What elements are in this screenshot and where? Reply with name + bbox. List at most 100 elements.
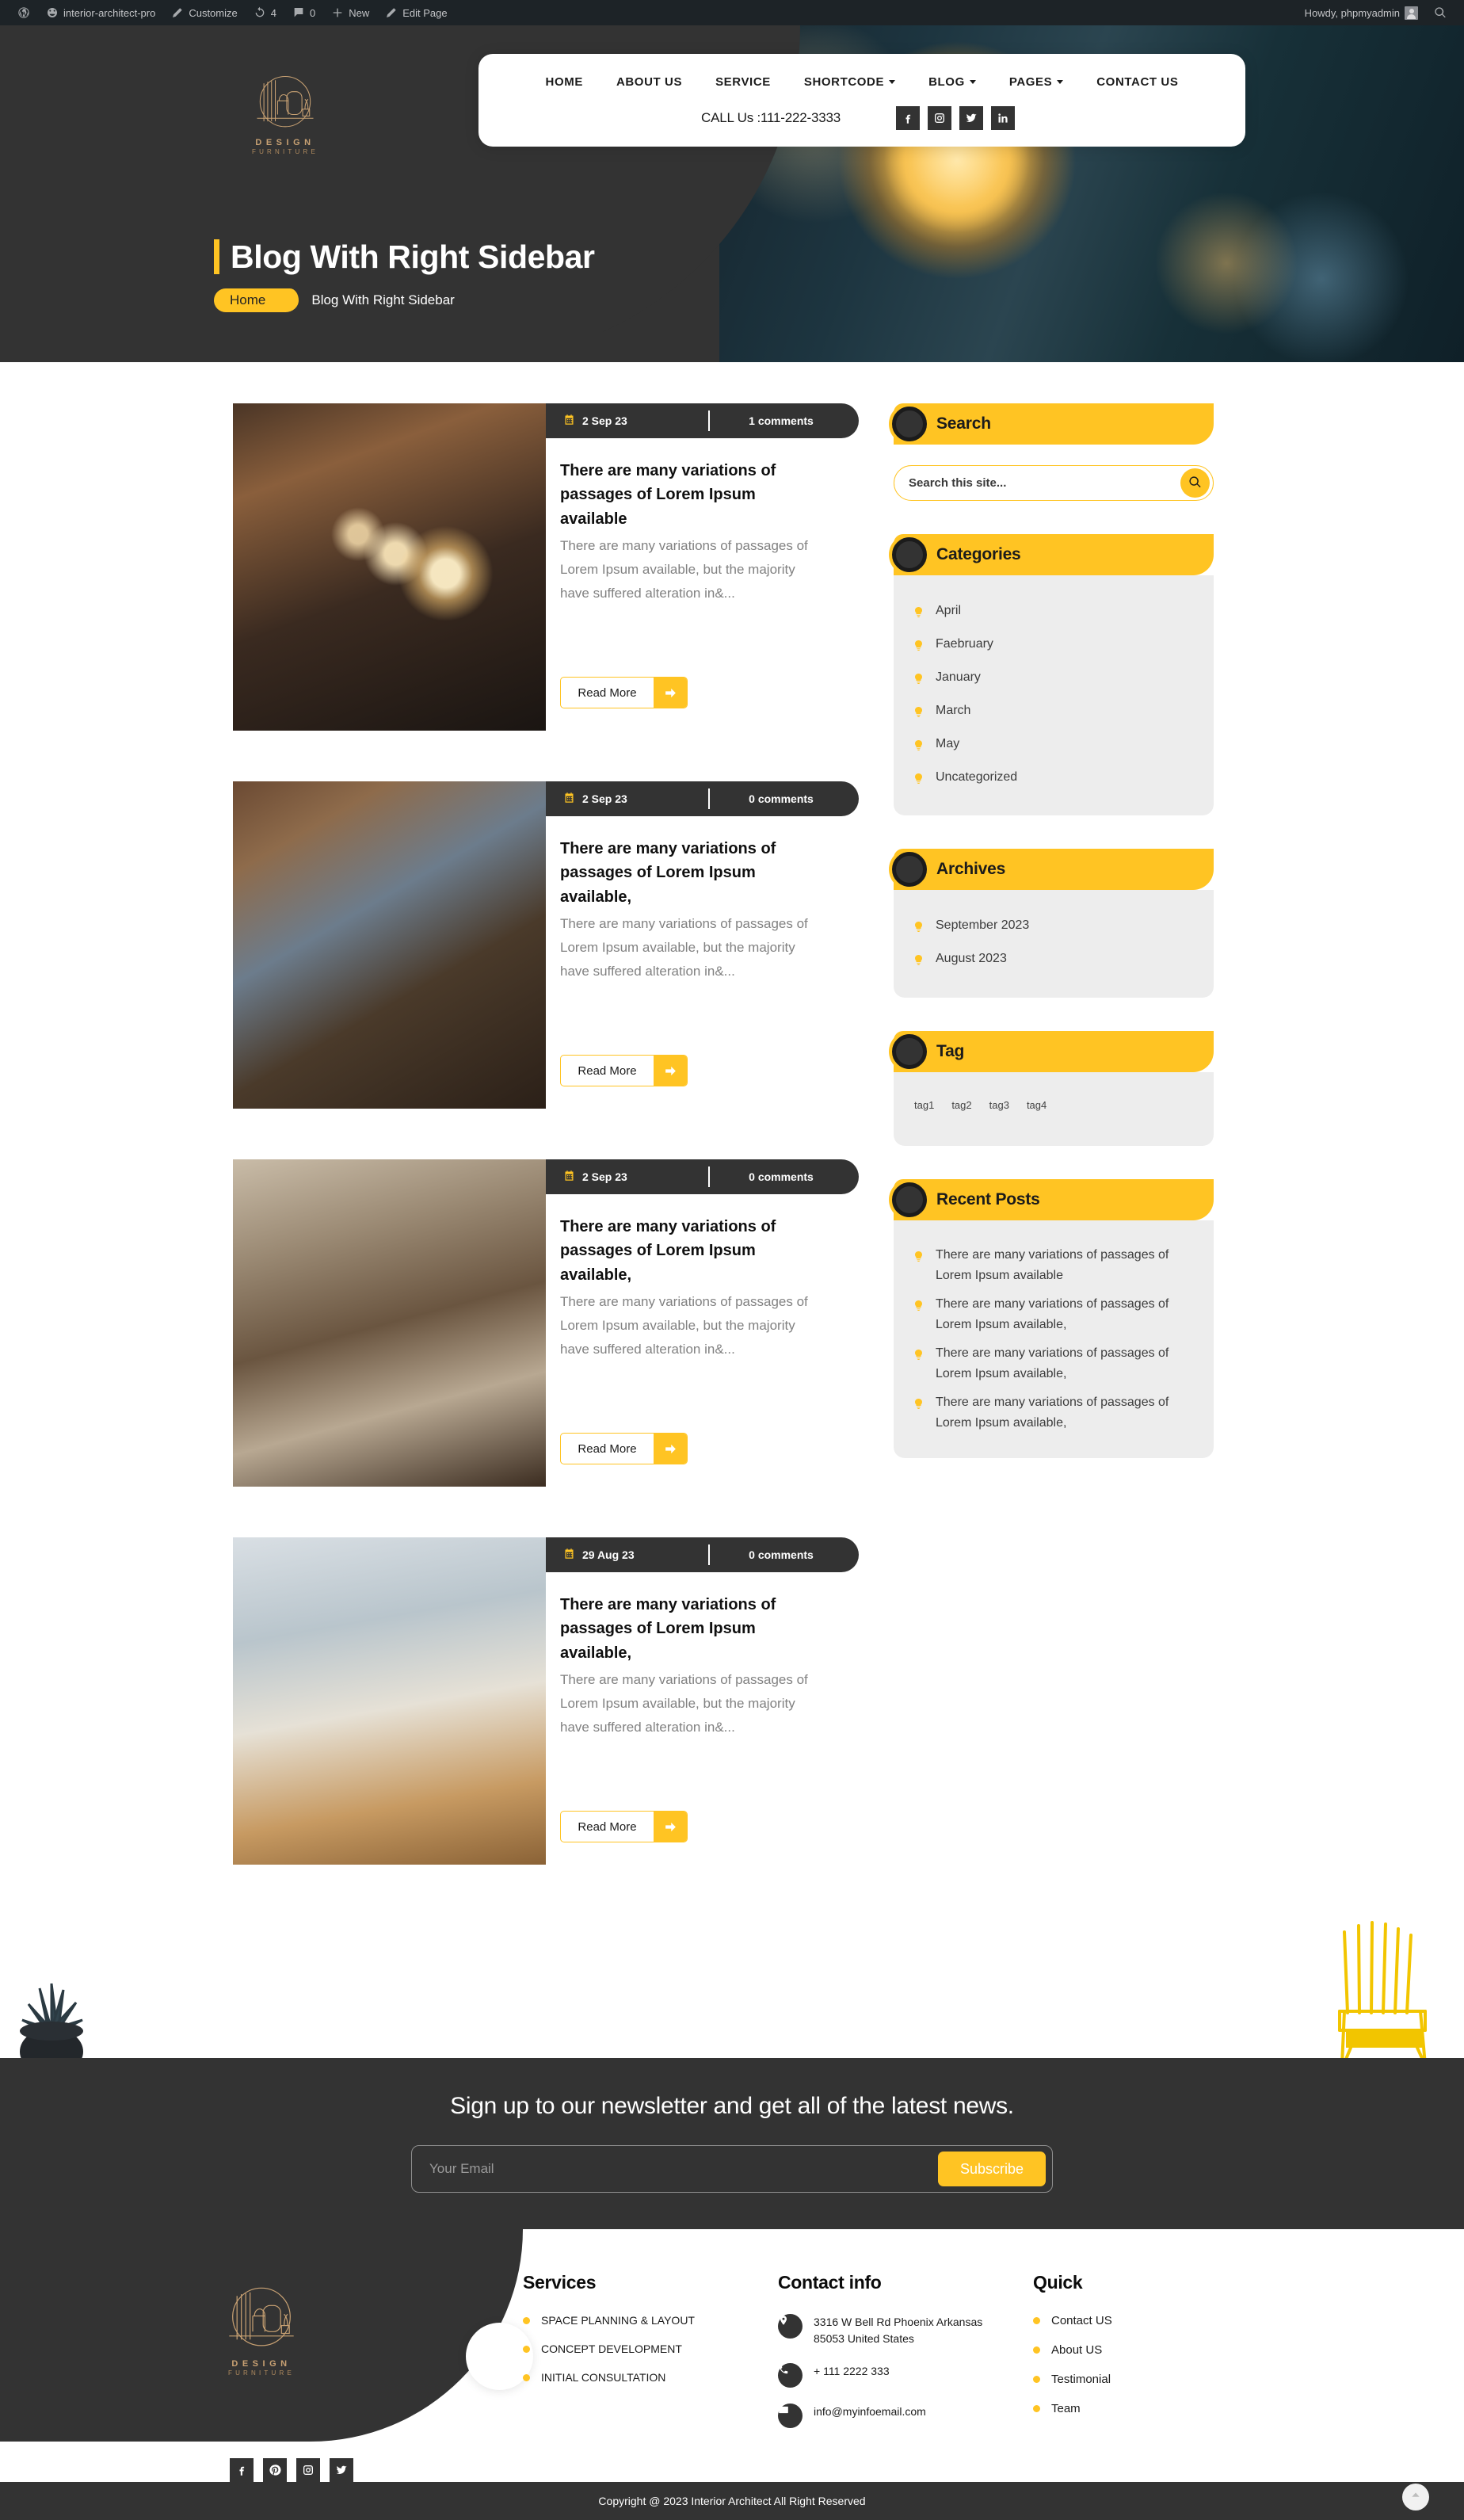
newsletter-email-input[interactable]	[429, 2161, 938, 2177]
post-title[interactable]: There are many variations of passages of…	[560, 459, 822, 531]
admin-bar-comments-count: 0	[309, 6, 316, 19]
tag-item[interactable]: tag2	[951, 1099, 971, 1111]
tag-item[interactable]: tag3	[989, 1099, 1009, 1111]
read-more-label: Read More	[578, 1819, 637, 1834]
admin-bar-wp-logo[interactable]	[10, 0, 38, 25]
read-more-button[interactable]: Read More	[560, 1433, 688, 1464]
footer-quick-item[interactable]: Contact US	[1033, 2314, 1271, 2327]
post-body: 2 Sep 23 0 comments There are many variati…	[546, 781, 859, 1109]
dot-bullet-icon	[1033, 2346, 1040, 2354]
post-comment-count[interactable]: 0 comments	[710, 792, 859, 805]
footer-quick-item[interactable]: Testimonial	[1033, 2373, 1271, 2386]
nav-item-service[interactable]: SERVICE	[699, 75, 787, 89]
read-more-button[interactable]: Read More	[560, 1811, 688, 1842]
page-title: Blog With Right Sidebar	[214, 239, 595, 274]
admin-bar-site-name[interactable]: interior-architect-pro	[38, 0, 163, 25]
widget-categories-body: April Faebruary January March May Uncategoriz…	[894, 575, 1214, 816]
admin-bar-comments[interactable]: 0	[284, 0, 323, 25]
call-us[interactable]: CALL Us :111-222-3333	[701, 110, 841, 126]
recent-post-list: There are many variations of passages of…	[914, 1241, 1190, 1437]
widget-recent-posts-body: There are many variations of passages of…	[894, 1220, 1214, 1458]
recent-post-item[interactable]: There are many variations of passages of…	[914, 1241, 1190, 1290]
tag-item[interactable]: tag4	[1027, 1099, 1047, 1111]
facebook-icon[interactable]	[896, 106, 920, 130]
subscribe-button[interactable]: Subscribe	[937, 2152, 1046, 2186]
breadcrumb-home[interactable]: Home	[214, 288, 299, 313]
category-item[interactable]: Uncategorized	[914, 762, 1190, 796]
wp-admin-bar: interior-architect-pro Customize 4 0 New…	[0, 0, 1464, 25]
widget-archives-title: Archives	[936, 860, 1006, 879]
calendar-icon	[563, 1548, 575, 1562]
widget-tag-title: Tag	[936, 1042, 965, 1061]
search-icon	[1188, 475, 1202, 491]
post-comment-count[interactable]: 0 comments	[710, 1170, 859, 1183]
contact-phone-row[interactable]: + 111 2222 333	[778, 2363, 1033, 2388]
twitter-icon[interactable]	[330, 2458, 353, 2482]
post-title[interactable]: There are many variations of passages of…	[560, 1215, 822, 1287]
instagram-icon[interactable]	[296, 2458, 320, 2482]
admin-bar-updates[interactable]: 4	[246, 0, 284, 25]
bulb-bullet-icon	[914, 1396, 923, 1416]
twitter-icon[interactable]	[959, 106, 983, 130]
recent-post-item[interactable]: There are many variations of passages of…	[914, 1388, 1190, 1438]
nav-item-home[interactable]: HOME	[529, 75, 600, 89]
read-more-button[interactable]: Read More	[560, 677, 688, 708]
back-to-top-button[interactable]	[1402, 2484, 1429, 2510]
nav-item-about-us[interactable]: ABOUT US	[600, 75, 699, 89]
search-submit-button[interactable]	[1180, 468, 1210, 498]
admin-bar-search[interactable]	[1426, 0, 1454, 25]
post-thumbnail[interactable]	[233, 781, 546, 1109]
category-item[interactable]: January	[914, 662, 1190, 696]
read-more-button[interactable]: Read More	[560, 1055, 688, 1086]
search-input[interactable]	[909, 476, 1180, 490]
post-title[interactable]: There are many variations of passages of…	[560, 837, 822, 909]
post-thumbnail[interactable]	[233, 1537, 546, 1865]
admin-bar-new[interactable]: New	[323, 0, 377, 25]
archive-item[interactable]: September 2023	[914, 911, 1190, 944]
archive-item[interactable]: August 2023	[914, 944, 1190, 977]
footer-quick-column: Quick Contact US About US Testimonial Team	[1033, 2272, 1271, 2444]
category-item[interactable]: Faebruary	[914, 629, 1190, 662]
search-form	[894, 465, 1214, 501]
post-thumbnail[interactable]	[233, 1159, 546, 1487]
admin-bar-edit-page[interactable]: Edit Page	[377, 0, 455, 25]
pinterest-icon[interactable]	[263, 2458, 287, 2482]
contact-phone: + 111 2222 333	[814, 2365, 890, 2377]
breadcrumb-current: Blog With Right Sidebar	[311, 292, 455, 308]
footer-service-item[interactable]: INITIAL CONSULTATION	[523, 2371, 778, 2384]
footer-quick-item[interactable]: About US	[1033, 2343, 1271, 2357]
instagram-icon[interactable]	[928, 106, 951, 130]
nav-item-contact-us[interactable]: CONTACT US	[1080, 75, 1195, 89]
chevron-up-icon	[1410, 2490, 1421, 2505]
linkedin-icon[interactable]	[991, 106, 1015, 130]
footer-quick-item[interactable]: Team	[1033, 2402, 1271, 2415]
post-comment-count[interactable]: 1 comments	[710, 414, 859, 427]
recent-post-item[interactable]: There are many variations of passages of…	[914, 1339, 1190, 1388]
category-item[interactable]: April	[914, 596, 1190, 629]
contact-email-row[interactable]: info@myinfoemail.com	[778, 2404, 1033, 2428]
facebook-icon[interactable]	[230, 2458, 254, 2482]
nav-item-pages[interactable]: PAGES	[993, 75, 1080, 89]
footer-service-item[interactable]: SPACE PLANNING & LAYOUT	[523, 2314, 778, 2327]
category-item[interactable]: May	[914, 729, 1190, 762]
admin-bar-customize[interactable]: Customize	[163, 0, 245, 25]
comment-bubble-icon	[292, 6, 305, 19]
post-comment-count[interactable]: 0 comments	[710, 1548, 859, 1561]
site-logo[interactable]: DESIGN FURNITURE	[238, 67, 333, 155]
nav-item-shortcode[interactable]: SHORTCODE	[787, 75, 912, 89]
archive-item-label: August 2023	[936, 952, 1007, 966]
footer-quick-item-label: About US	[1051, 2343, 1103, 2357]
post-title[interactable]: There are many variations of passages of…	[560, 1593, 822, 1665]
tag-item[interactable]: tag1	[914, 1099, 934, 1111]
post-date-label: 2 Sep 23	[582, 792, 627, 805]
contact-address: 3316 W Bell Rd Phoenix Arkansas 85053 Un…	[814, 2316, 983, 2345]
recent-post-item[interactable]: There are many variations of passages of…	[914, 1290, 1190, 1339]
nav-item-blog[interactable]: BLOG	[912, 75, 993, 89]
footer-service-item[interactable]: CONCEPT DEVELOPMENT	[523, 2342, 778, 2355]
post-date: 2 Sep 23	[546, 792, 708, 806]
dot-bullet-icon	[523, 2317, 530, 2324]
post-thumbnail[interactable]	[233, 403, 546, 731]
admin-bar-my-account[interactable]: Howdy, phpmyadmin	[1297, 0, 1426, 25]
footer-logo[interactable]: DESIGN FURNITURE	[0, 2266, 523, 2444]
category-item[interactable]: March	[914, 696, 1190, 729]
